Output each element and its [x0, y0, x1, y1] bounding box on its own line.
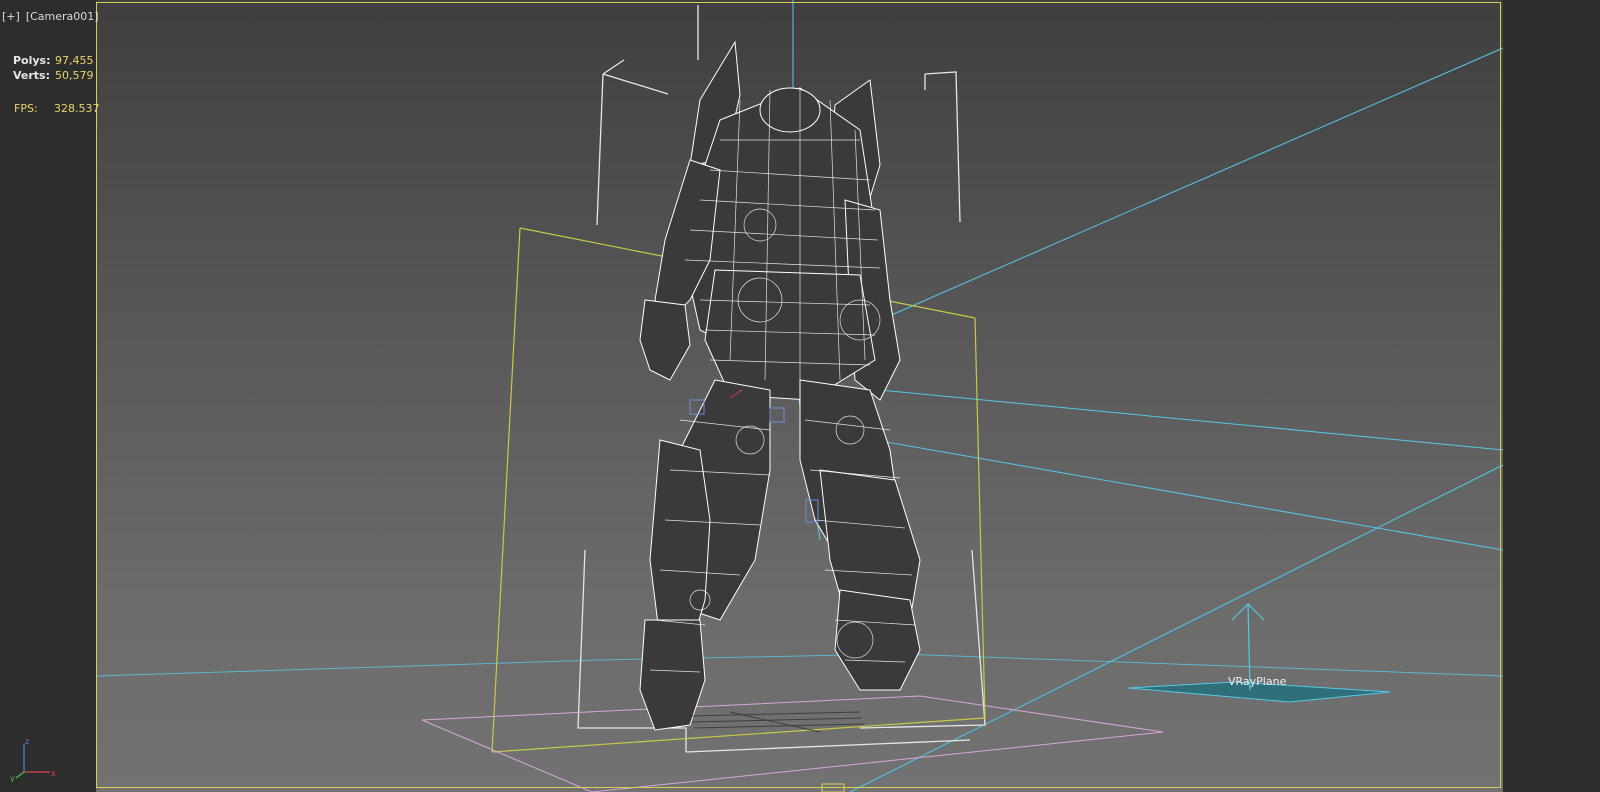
stat-polys: Polys: 97,455 — [13, 54, 94, 67]
vrayplane-label[interactable]: VRayPlane — [1228, 675, 1286, 688]
svg-text:y: y — [10, 774, 15, 782]
viewport-menu-button[interactable]: [+] — [2, 10, 20, 23]
max-viewport-window: [+] [Camera001] Polys: 97,455 Verts: 50,579… — [0, 0, 1600, 792]
camera-target-marker[interactable] — [821, 783, 845, 792]
axis-tripod-icon: x z y — [10, 737, 56, 782]
stat-fps: FPS: 328.537 — [14, 102, 100, 115]
fps-label: FPS: — [14, 102, 38, 115]
ground-shadow — [689, 711, 865, 733]
svg-text:z: z — [25, 737, 29, 746]
robot-wireframe-mesh — [639, 40, 921, 731]
ground-grid-plane — [421, 695, 1164, 792]
svg-text:x: x — [51, 769, 56, 778]
scene-canvas[interactable] — [0, 0, 1600, 792]
stat-verts: Verts: 50,579 — [13, 69, 94, 82]
fps-value: 328.537 — [54, 102, 100, 115]
viewport-camera-label[interactable]: [Camera001] — [26, 10, 99, 23]
viewport-label: [+] [Camera001] — [2, 10, 105, 23]
ground-horizon-line — [95, 653, 1504, 677]
verts-label: Verts: — [13, 69, 51, 82]
polys-label: Polys: — [13, 54, 51, 67]
verts-value: 50,579 — [55, 69, 94, 82]
polys-value: 97,455 — [55, 54, 94, 67]
